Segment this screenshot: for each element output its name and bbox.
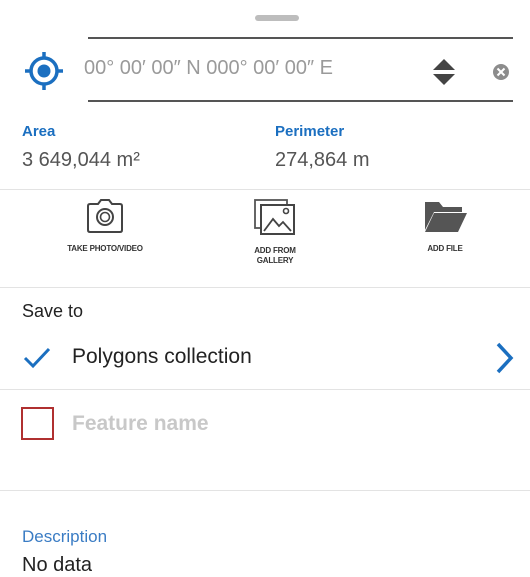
drag-handle[interactable] (255, 15, 299, 21)
sort-icon[interactable] (431, 57, 457, 87)
description-value[interactable]: No data (22, 554, 92, 577)
description-label: Description (22, 527, 108, 546)
folder-icon (425, 202, 467, 232)
collection-selector[interactable]: Polygons collection (72, 345, 252, 369)
feature-checkbox[interactable] (21, 407, 54, 440)
check-icon (23, 347, 51, 369)
area-label: Area (22, 123, 56, 140)
divider (0, 189, 530, 190)
clear-icon[interactable] (492, 63, 510, 81)
perimeter-label: Perimeter (275, 123, 345, 140)
chevron-right-icon[interactable] (493, 341, 515, 375)
divider (0, 287, 530, 288)
add-file-label: ADD FILE (427, 244, 463, 253)
add-from-gallery-label-line1: ADD FROM (254, 246, 296, 255)
coordinate-field-top-border (88, 37, 513, 39)
take-photo-label: TAKE PHOTO/VIDEO (67, 244, 143, 253)
add-from-gallery-label-line2: GALLERY (256, 256, 294, 265)
camera-icon (87, 199, 123, 233)
divider (0, 490, 530, 491)
gallery-icon (254, 199, 295, 235)
save-to-label: Save to (22, 301, 84, 321)
divider (0, 389, 530, 390)
add-from-gallery-button[interactable]: ADD FROM GALLERY (220, 198, 330, 278)
feature-name-input[interactable]: Feature name (72, 412, 209, 436)
coordinates-input[interactable]: 00° 00′ 00″ N 000° 00′ 00″ E (84, 57, 333, 80)
perimeter-value: 274,864 m (275, 149, 370, 171)
locate-icon[interactable] (24, 51, 64, 91)
add-file-button[interactable]: ADD FILE (395, 198, 495, 278)
coordinate-field-bottom-border (88, 100, 513, 102)
area-value: 3 649,044 m² (22, 149, 140, 171)
take-photo-button[interactable]: TAKE PHOTO/VIDEO (50, 198, 160, 278)
